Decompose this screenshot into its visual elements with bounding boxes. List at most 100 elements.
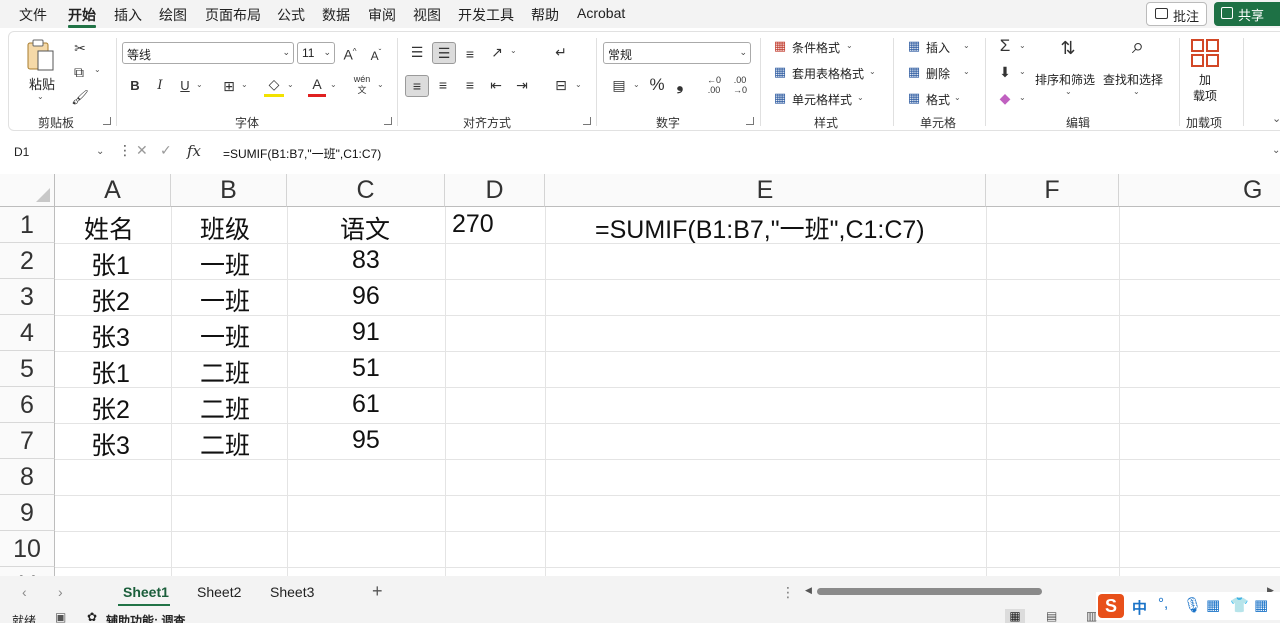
autosum-icon[interactable]: Σ (995, 36, 1015, 56)
cell-b2[interactable]: 一班 (200, 246, 250, 282)
chevron-down-icon[interactable]: ⌄ (633, 80, 640, 89)
row-header-5[interactable]: 5 (0, 351, 55, 387)
accounting-format-icon[interactable]: ▤ (608, 75, 630, 95)
cell-b1[interactable]: 班级 (200, 210, 250, 246)
conditional-format-icon[interactable]: ▦ (771, 36, 789, 56)
chevron-down-icon[interactable]: ⌄ (94, 65, 101, 74)
chevron-down-icon[interactable]: ⌄ (196, 80, 203, 89)
chevron-down-icon[interactable]: ⌄ (963, 41, 970, 50)
expand-formula-bar-icon[interactable]: ⌄ (1272, 145, 1280, 156)
decrease-decimal-icon[interactable]: .00 →0 (729, 75, 751, 95)
cell-b7[interactable]: 二班 (200, 426, 250, 462)
cell-styles-icon[interactable]: ▦ (771, 88, 789, 108)
menu-home[interactable]: 开始 (68, 5, 96, 25)
row-header-3[interactable]: 3 (0, 279, 55, 315)
skin-icon[interactable]: 👕 (1230, 596, 1249, 614)
name-box[interactable]: D1 ⌄ (8, 141, 111, 163)
merge-center-icon[interactable]: ⊟ (550, 75, 572, 95)
menu-acrobat[interactable]: Acrobat (577, 5, 625, 21)
column-header-d[interactable]: D (445, 174, 545, 207)
macro-record-icon[interactable]: ▣ (55, 610, 66, 623)
format-as-table-button[interactable]: 套用表格格式 (792, 65, 864, 82)
decrease-indent-icon[interactable]: ⇤ (486, 75, 506, 95)
menu-draw[interactable]: 绘图 (159, 5, 187, 25)
sheet-tab-1[interactable]: Sheet1 (123, 584, 169, 600)
delete-cells-icon[interactable]: ▦ (905, 62, 923, 82)
bold-button[interactable]: B (127, 76, 143, 96)
enter-icon[interactable]: ✓ (160, 142, 172, 159)
fill-color-icon[interactable]: ◇ (264, 74, 284, 97)
insert-function-button[interactable]: fx (187, 142, 201, 160)
sort-filter-button[interactable]: ⇅ 排序和筛选 ⌄ (1035, 34, 1099, 104)
align-center-icon[interactable]: ≡ (433, 75, 453, 95)
phonetic-guide-button[interactable]: wén 文 (351, 74, 373, 96)
select-all-button[interactable] (0, 174, 55, 207)
cell-b6[interactable]: 二班 (200, 390, 250, 426)
comma-style-icon[interactable]: ❟ (673, 75, 687, 95)
row-header-6[interactable]: 6 (0, 387, 55, 423)
cell-a1[interactable]: 姓名 (84, 210, 134, 246)
chevron-down-icon[interactable]: ⌄ (869, 67, 876, 76)
chevron-down-icon[interactable]: ⌄ (846, 41, 853, 50)
menu-view[interactable]: 视图 (413, 5, 441, 25)
copy-icon[interactable]: ⧉ (69, 62, 89, 82)
menu-help[interactable]: 帮助 (531, 5, 559, 25)
chevron-right-icon[interactable]: › (58, 584, 63, 600)
cell-c4[interactable]: 91 (352, 318, 380, 347)
row-header-9[interactable]: 9 (0, 495, 55, 531)
align-right-icon[interactable]: ≡ (460, 75, 480, 95)
dialog-launcher-icon[interactable] (746, 117, 754, 125)
ime-logo-icon[interactable]: S (1098, 594, 1124, 618)
formula-input[interactable]: =SUMIF(B1:B7,"一班",C1:C7) (223, 145, 381, 162)
cell-e1[interactable]: =SUMIF(B1:B7,"一班",C1:C7) (595, 210, 925, 246)
align-middle-icon[interactable]: ☰ (432, 42, 456, 64)
column-header-c[interactable]: C (287, 174, 445, 207)
cell-styles-button[interactable]: 单元格样式 (792, 91, 852, 108)
cell-a5[interactable]: 张1 (91, 354, 130, 390)
cell-c3[interactable]: 96 (352, 282, 380, 311)
row-header-10[interactable]: 10 (0, 531, 55, 567)
delete-cells-button[interactable]: 删除 (926, 65, 950, 82)
underline-button[interactable]: U (177, 76, 193, 96)
chevron-down-icon[interactable]: ⌄ (857, 93, 864, 102)
collapse-ribbon-icon[interactable]: ⌄ (1272, 112, 1280, 125)
format-as-table-icon[interactable]: ▦ (771, 62, 789, 82)
column-header-g[interactable]: G (1119, 174, 1280, 207)
font-name-select[interactable]: 等线 ⌄ (122, 42, 294, 64)
font-color-icon[interactable]: A (308, 74, 326, 97)
format-cells-icon[interactable]: ▦ (905, 88, 923, 108)
more-options-icon[interactable]: ⋮ (781, 584, 795, 601)
format-cells-button[interactable]: 格式 (926, 91, 950, 108)
row-header-4[interactable]: 4 (0, 315, 55, 351)
accessibility-status[interactable]: 辅助功能: 调查 (106, 612, 185, 623)
conditional-format-button[interactable]: 条件格式 (792, 39, 840, 56)
row-header-8[interactable]: 8 (0, 459, 55, 495)
keyboard-icon[interactable]: ▦ (1206, 596, 1220, 614)
cell-c5[interactable]: 51 (352, 354, 380, 383)
column-header-a[interactable]: A (55, 174, 171, 207)
menu-formulas[interactable]: 公式 (277, 5, 305, 25)
cell-a7[interactable]: 张3 (91, 426, 130, 462)
cell-a4[interactable]: 张3 (91, 318, 130, 354)
menu-insert[interactable]: 插入 (114, 5, 142, 25)
align-bottom-icon[interactable]: ≡ (460, 44, 480, 64)
cell-d1[interactable]: 270 (452, 210, 494, 239)
cell-a6[interactable]: 张2 (91, 390, 130, 426)
chevron-down-icon[interactable]: ⌄ (510, 46, 517, 55)
menu-developer[interactable]: 开发工具 (458, 5, 514, 25)
chevron-down-icon[interactable]: ⌄ (1019, 41, 1026, 50)
menu-review[interactable]: 审阅 (368, 5, 396, 25)
italic-button[interactable]: I (152, 76, 168, 96)
punctuation-icon[interactable]: °, (1158, 595, 1168, 612)
toolbox-icon[interactable]: ▦ (1254, 596, 1268, 614)
borders-icon[interactable]: ⊞ (219, 76, 239, 96)
scrollbar-thumb[interactable] (817, 588, 1042, 595)
row-header-7[interactable]: 7 (0, 423, 55, 459)
number-format-select[interactable]: 常规 ⌄ (603, 42, 751, 64)
chevron-down-icon[interactable]: ⌄ (954, 93, 961, 102)
chevron-left-icon[interactable]: ‹ (22, 584, 27, 600)
cell-c2[interactable]: 83 (352, 246, 380, 275)
comments-button[interactable]: 批注 (1146, 2, 1207, 26)
format-painter-icon[interactable]: 🖌 (71, 87, 89, 107)
cell-b5[interactable]: 二班 (200, 354, 250, 390)
